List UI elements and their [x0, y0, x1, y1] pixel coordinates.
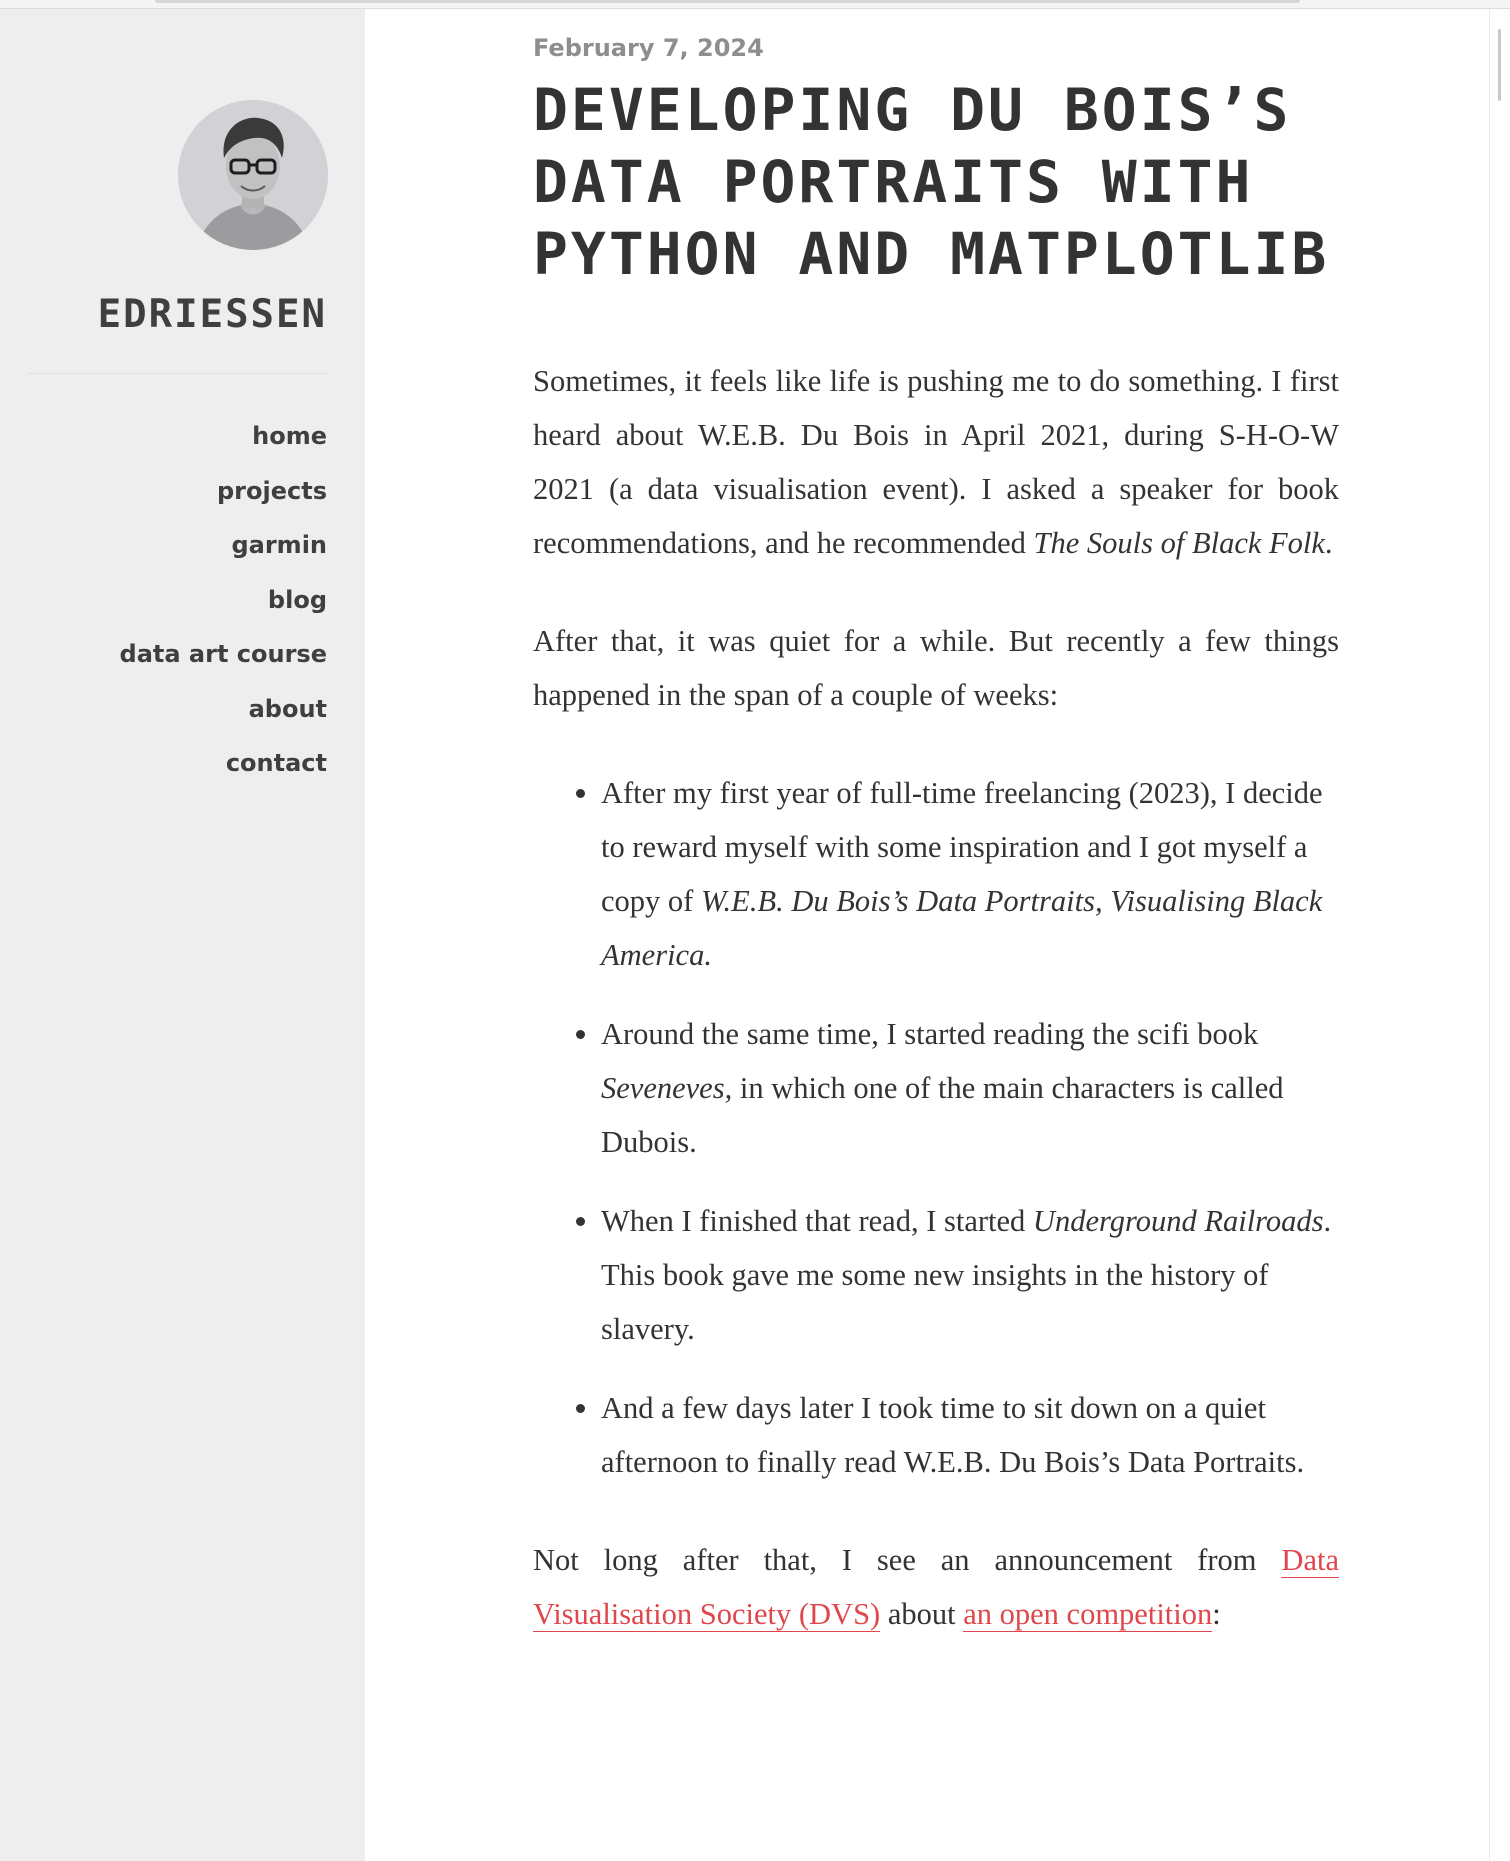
nav-item-data-art-course[interactable]: data art course: [120, 640, 327, 695]
sidebar: EDRIESSEN home projects garmin blog data…: [0, 9, 365, 1861]
nav-item-blog[interactable]: blog: [120, 586, 327, 641]
sidebar-divider: [28, 373, 328, 374]
book-title-souls: The Souls of Black Folk: [1033, 526, 1325, 560]
list-item: After my first year of full-time freelan…: [601, 766, 1339, 982]
nav-item-contact[interactable]: contact: [120, 749, 327, 804]
paragraph-announcement-mid: about: [880, 1597, 964, 1631]
avatar-portrait-icon: [178, 100, 328, 250]
article: February 7, 2024 DEVELOPING DU BOIS’S DA…: [533, 34, 1339, 1685]
paragraph-announcement-text: Not long after that, I see an announceme…: [533, 1543, 1282, 1577]
nav-item-garmin[interactable]: garmin: [120, 531, 327, 586]
list-item: And a few days later I took time to sit …: [601, 1381, 1339, 1489]
list-item: When I finished that read, I started Und…: [601, 1194, 1339, 1356]
nav-item-home[interactable]: home: [120, 422, 327, 477]
paragraph-announcement-end: :: [1212, 1597, 1221, 1631]
list-item-text: When I finished that read, I started: [601, 1204, 1033, 1238]
main-nav: home projects garmin blog data art cours…: [120, 422, 327, 804]
link-open-competition[interactable]: an open competition: [963, 1597, 1213, 1632]
paragraph-quiet: After that, it was quiet for a while. Bu…: [533, 624, 1339, 712]
post-title: DEVELOPING DU BOIS’S DATA PORTRAITS WITH…: [533, 76, 1330, 288]
post-date: February 7, 2024: [533, 34, 764, 62]
book-title-underground-railroads: Underground Railroads: [1032, 1204, 1324, 1238]
scrollbar-thumb[interactable]: [1498, 29, 1501, 101]
list-item-text: Around the same time, I started reading …: [601, 1017, 1259, 1051]
browser-top-strip: [0, 0, 1510, 9]
address-bar-edge: [155, 0, 1300, 3]
paragraph-announcement: Not long after that, I see an announceme…: [533, 1533, 1339, 1641]
post-content: Sometimes, it feels like life is pushing…: [533, 354, 1339, 1641]
avatar[interactable]: [178, 100, 328, 250]
nav-item-about[interactable]: about: [120, 695, 327, 750]
book-title-data-portraits: W.E.B. Du Bois’s Data Portraits, Visuali…: [601, 884, 1323, 972]
paragraph-intro-end: .: [1324, 526, 1333, 560]
paragraph-intro: Sometimes, it feels like life is pushing…: [533, 354, 1339, 570]
site-title[interactable]: EDRIESSEN: [98, 292, 327, 337]
nav-item-projects[interactable]: projects: [120, 477, 327, 532]
book-title-seveneves: Seveneves,: [601, 1071, 733, 1105]
list-item-text: And a few days later I took time to sit …: [601, 1391, 1305, 1479]
list-item: Around the same time, I started reading …: [601, 1007, 1339, 1169]
scrollbar[interactable]: [1489, 9, 1510, 1861]
events-list: After my first year of full-time freelan…: [533, 766, 1339, 1489]
